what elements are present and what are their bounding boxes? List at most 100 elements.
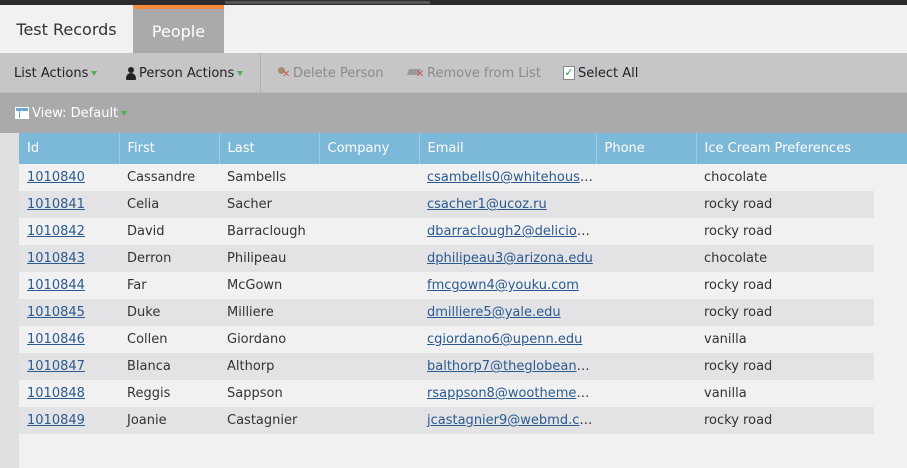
table-cell: rocky road (696, 353, 874, 380)
table-cell: 1010846 (19, 326, 119, 353)
person-actions-menu[interactable]: Person Actions (126, 53, 244, 93)
email-link[interactable]: csambells0@whitehouse… (427, 170, 596, 185)
table-cell (319, 326, 419, 353)
select-all-label: Select All (578, 65, 639, 81)
cell-last: Philipeau (227, 251, 287, 266)
email-link[interactable]: cgiordano6@upenn.edu (427, 332, 582, 347)
table-cell: 1010849 (19, 407, 119, 434)
cell-first: Reggis (127, 386, 171, 401)
person-id-link[interactable]: 1010847 (27, 359, 85, 374)
table-row[interactable]: 1010846 Collen Giordano cgiordano6@upenn.ed… (19, 326, 874, 353)
person-id-link[interactable]: 1010846 (27, 332, 85, 347)
tab-people[interactable]: People (133, 5, 224, 53)
email-link[interactable]: balthorp7@theglobeand… (427, 359, 596, 374)
table-cell (596, 191, 696, 218)
cell-ice-cream: chocolate (704, 251, 768, 266)
person-id-link[interactable]: 1010844 (27, 278, 85, 293)
column-header-phone[interactable]: Phone (596, 133, 697, 164)
person-id-link[interactable]: 1010842 (27, 224, 85, 239)
cell-first: Collen (127, 332, 168, 347)
chevron-down-icon (121, 110, 128, 116)
cell-ice-cream: rocky road (704, 224, 773, 239)
table-row[interactable]: 1010842 David Barraclough dbarraclough2@del… (19, 218, 874, 245)
table-cell: dmilliere5@yale.edu (419, 299, 596, 326)
table-cell (319, 191, 419, 218)
person-actions-label: Person Actions (139, 65, 235, 81)
table-cell: rsappson8@woothemes.… (419, 380, 596, 407)
email-link[interactable]: dphilipeau3@arizona.edu (427, 251, 593, 266)
table-row[interactable]: 1010844 Far McGown fmcgown4@youku.com rocky … (19, 272, 874, 299)
column-header-last[interactable]: Last (219, 133, 320, 164)
table-cell (319, 407, 419, 434)
table-cell (596, 245, 696, 272)
table-row[interactable]: 1010848 Reggis Sappson rsappson8@woothemes.… (19, 380, 874, 407)
cell-first: Blanca (127, 359, 171, 374)
table-cell: 1010841 (19, 191, 119, 218)
column-header-company[interactable]: Company (319, 133, 420, 164)
email-link[interactable]: dmilliere5@yale.edu (427, 305, 561, 320)
table-cell: csacher1@ucoz.ru (419, 191, 596, 218)
table-cell (319, 218, 419, 245)
table-row[interactable]: 1010841 Celia Sacher csacher1@ucoz.ru rocky … (19, 191, 874, 218)
table-cell: 1010840 (19, 164, 119, 191)
person-icon (126, 66, 136, 80)
table-row[interactable]: 1010845 Duke Milliere dmilliere5@yale.edu ro… (19, 299, 874, 326)
email-link[interactable]: csacher1@ucoz.ru (427, 197, 547, 212)
table-cell (596, 272, 696, 299)
remove-from-list-button[interactable]: Remove from List (408, 53, 541, 93)
table-cell: chocolate (696, 245, 874, 272)
remove-from-list-label: Remove from List (427, 65, 541, 81)
top-scroll-indicator (225, 1, 430, 4)
email-link[interactable]: jcastagnier9@webmd.com (427, 413, 596, 428)
column-header-first[interactable]: First (119, 133, 220, 164)
table-cell (319, 272, 419, 299)
table-header-tail (874, 133, 907, 164)
email-link[interactable]: fmcgown4@youku.com (427, 278, 579, 293)
person-id-link[interactable]: 1010849 (27, 413, 85, 428)
select-all-button[interactable]: ✓ Select All (563, 53, 638, 93)
table-cell (596, 164, 696, 191)
chevron-down-icon (237, 70, 244, 76)
column-header-email[interactable]: Email (419, 133, 597, 164)
table-cell (319, 299, 419, 326)
people-table: Id First Last Company Email Phone Ice Cr… (19, 133, 874, 434)
cell-ice-cream: rocky road (704, 305, 773, 320)
cell-ice-cream: rocky road (704, 278, 773, 293)
delete-person-button[interactable]: Delete Person (276, 53, 384, 93)
table-cell: chocolate (696, 164, 874, 191)
column-header-id[interactable]: Id (19, 133, 120, 164)
person-id-link[interactable]: 1010840 (27, 170, 85, 185)
person-id-link[interactable]: 1010845 (27, 305, 85, 320)
email-link[interactable]: dbarraclough2@deliciou… (427, 224, 596, 239)
grid-view-icon (15, 107, 29, 119)
table-cell (596, 218, 696, 245)
view-selector[interactable]: View: Default (15, 93, 128, 133)
person-id-link[interactable]: 1010848 (27, 386, 85, 401)
remove-from-list-icon (408, 66, 424, 80)
table-cell (596, 299, 696, 326)
list-actions-menu[interactable]: List Actions (14, 53, 98, 93)
tab-bar: Test Records People (0, 5, 907, 53)
table-cell: McGown (219, 272, 319, 299)
person-id-link[interactable]: 1010841 (27, 197, 85, 212)
column-header-ice-cream[interactable]: Ice Cream Preferences (696, 133, 874, 164)
delete-person-icon (276, 66, 290, 80)
table-cell: Althorp (219, 353, 319, 380)
table-cell: dbarraclough2@deliciou… (419, 218, 596, 245)
table-cell: fmcgown4@youku.com (419, 272, 596, 299)
table-cell: rocky road (696, 191, 874, 218)
checkbox-icon: ✓ (563, 66, 575, 80)
person-id-link[interactable]: 1010843 (27, 251, 85, 266)
table-row[interactable]: 1010843 Derron Philipeau dphilipeau3@arizon… (19, 245, 874, 272)
table-cell (319, 164, 419, 191)
table-row[interactable]: 1010840 Cassandre Sambells csambells0@white… (19, 164, 874, 191)
email-link[interactable]: rsappson8@woothemes.… (427, 386, 596, 401)
tab-test-records[interactable]: Test Records (0, 5, 133, 53)
cell-last: Sappson (227, 386, 283, 401)
cell-last: Giordano (227, 332, 287, 347)
table-row[interactable]: 1010849 Joanie Castagnier jcastagnier9@webm… (19, 407, 874, 434)
cell-last: Barraclough (227, 224, 306, 239)
toolbar-divider (260, 53, 261, 93)
table-row[interactable]: 1010847 Blanca Althorp balthorp7@theglobean… (19, 353, 874, 380)
cell-ice-cream: chocolate (704, 170, 768, 185)
